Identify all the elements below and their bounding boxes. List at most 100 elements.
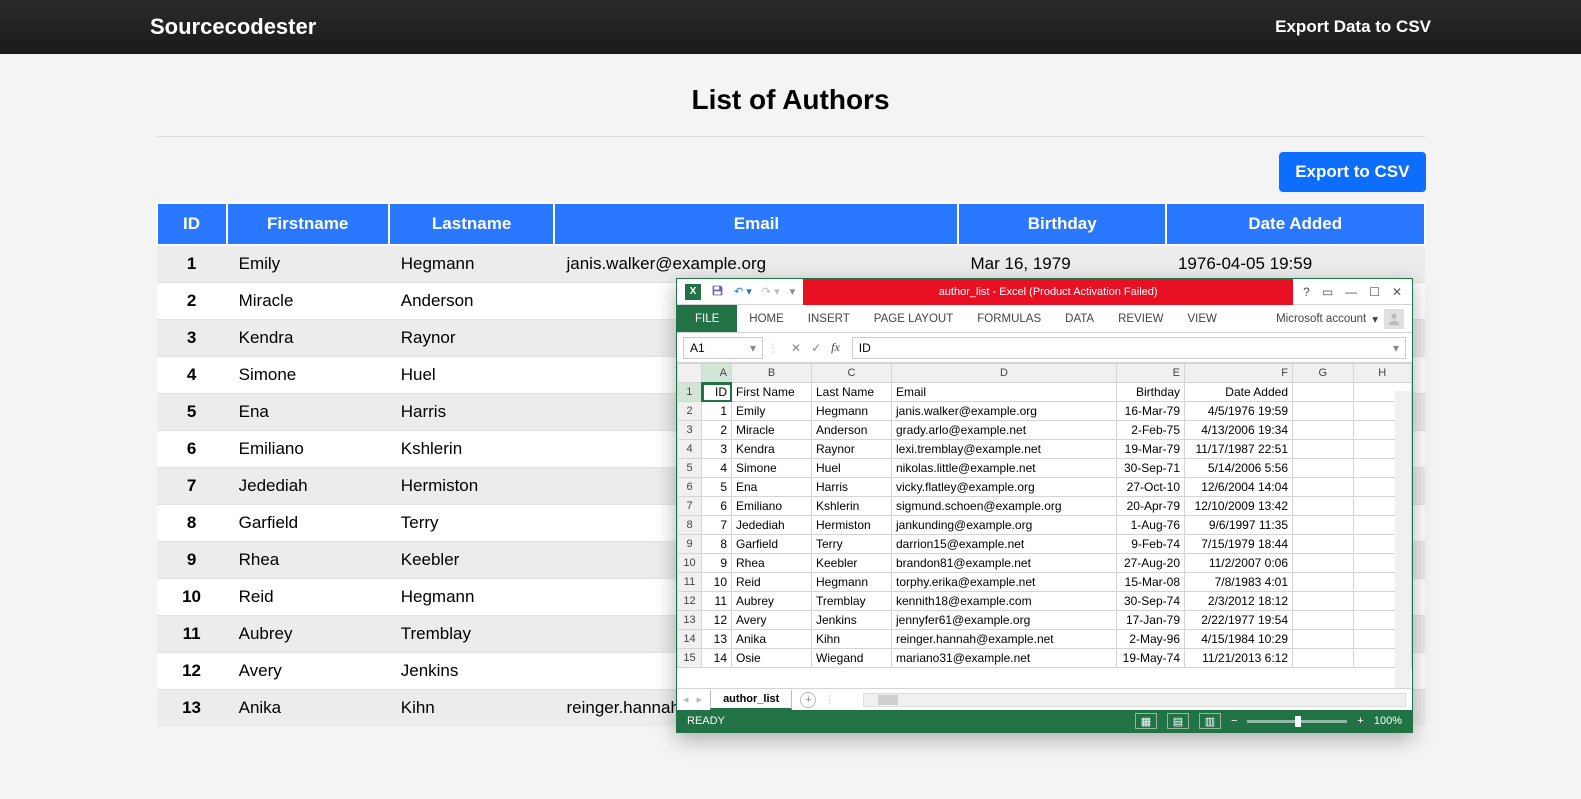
undo-icon[interactable]: ↶ ▾ (734, 285, 752, 298)
excel-cell[interactable]: darrion15@example.net (892, 535, 1117, 554)
excel-cell[interactable]: brandon81@example.net (892, 554, 1117, 573)
excel-cell[interactable]: 5 (702, 478, 732, 497)
row-number[interactable]: 12 (678, 592, 702, 611)
ribbon-display-icon[interactable]: ▭ (1322, 285, 1333, 299)
column-letter[interactable]: H (1353, 364, 1411, 383)
row-number[interactable]: 10 (678, 554, 702, 573)
excel-cell[interactable]: Emily (732, 402, 812, 421)
row-number[interactable]: 11 (678, 573, 702, 592)
row-number[interactable]: 6 (678, 478, 702, 497)
excel-cell[interactable]: Date Added (1185, 383, 1293, 402)
excel-cell[interactable] (1293, 421, 1354, 440)
column-letter[interactable]: E (1117, 364, 1185, 383)
excel-cell[interactable]: Kendra (732, 440, 812, 459)
excel-cell[interactable] (1293, 516, 1354, 535)
excel-cell[interactable]: 19-May-74 (1117, 649, 1185, 668)
excel-cell[interactable]: Anika (732, 630, 812, 649)
row-number[interactable]: 4 (678, 440, 702, 459)
row-number[interactable]: 7 (678, 497, 702, 516)
column-letter[interactable]: C (812, 364, 892, 383)
zoom-level[interactable]: 100% (1374, 715, 1402, 727)
excel-grid[interactable]: ABCDEFGH 1IDFirst NameLast NameEmailBirt… (677, 363, 1412, 688)
excel-cell[interactable]: sigmund.schoen@example.org (892, 497, 1117, 516)
excel-cell[interactable] (1293, 459, 1354, 478)
tab-view[interactable]: VIEW (1175, 305, 1228, 332)
close-icon[interactable]: ✕ (1392, 285, 1402, 299)
excel-cell[interactable]: 11/17/1987 22:51 (1185, 440, 1293, 459)
excel-cell[interactable]: 13 (702, 630, 732, 649)
excel-cell[interactable]: Keebler (812, 554, 892, 573)
excel-cell[interactable]: 9-Feb-74 (1117, 535, 1185, 554)
excel-cell[interactable]: 16-Mar-79 (1117, 402, 1185, 421)
excel-cell[interactable]: 3 (702, 440, 732, 459)
excel-cell[interactable]: 2/3/2012 18:12 (1185, 592, 1293, 611)
excel-cell[interactable]: 27-Oct-10 (1117, 478, 1185, 497)
help-icon[interactable]: ? (1303, 285, 1310, 299)
excel-cell[interactable]: Kshlerin (812, 497, 892, 516)
tab-data[interactable]: DATA (1053, 305, 1106, 332)
tab-home[interactable]: HOME (737, 305, 796, 332)
excel-cell[interactable]: 30-Sep-74 (1117, 592, 1185, 611)
excel-cell[interactable]: 2-May-96 (1117, 630, 1185, 649)
excel-cell[interactable]: Kihn (812, 630, 892, 649)
excel-cell[interactable]: 12/10/2009 13:42 (1185, 497, 1293, 516)
excel-cell[interactable]: Huel (812, 459, 892, 478)
excel-cell[interactable]: Last Name (812, 383, 892, 402)
page-break-view-icon[interactable]: ▥ (1199, 713, 1221, 729)
excel-cell[interactable]: Rhea (732, 554, 812, 573)
excel-cell[interactable]: reinger.hannah@example.net (892, 630, 1117, 649)
excel-cell[interactable]: 4/13/2006 19:34 (1185, 421, 1293, 440)
zoom-in-icon[interactable]: + (1357, 715, 1363, 727)
excel-cell[interactable] (1293, 383, 1354, 402)
excel-cell[interactable]: jankunding@example.org (892, 516, 1117, 535)
excel-cell[interactable] (1293, 440, 1354, 459)
excel-cell[interactable]: 11/21/2013 6:12 (1185, 649, 1293, 668)
excel-cell[interactable]: Raynor (812, 440, 892, 459)
excel-cell[interactable] (1293, 478, 1354, 497)
excel-cell[interactable]: Ena (732, 478, 812, 497)
excel-cell[interactable]: grady.arlo@example.net (892, 421, 1117, 440)
enter-formula-icon[interactable]: ✓ (811, 341, 821, 355)
excel-cell[interactable] (1293, 497, 1354, 516)
redo-icon[interactable]: ↷ ▾ (762, 285, 780, 298)
excel-cell[interactable]: lexi.tremblay@example.net (892, 440, 1117, 459)
zoom-out-icon[interactable]: − (1231, 715, 1237, 727)
excel-cell[interactable] (1293, 573, 1354, 592)
vertical-scrollbar[interactable] (1395, 391, 1411, 688)
excel-titlebar[interactable]: X ↶ ▾ ↷ ▾ ▾ author_list - Excel (Product… (677, 279, 1412, 305)
navbar-brand[interactable]: Sourcecodester (150, 14, 316, 40)
excel-cell[interactable]: Email (892, 383, 1117, 402)
cancel-formula-icon[interactable]: ✕ (791, 341, 801, 355)
excel-cell[interactable]: 30-Sep-71 (1117, 459, 1185, 478)
excel-cell[interactable]: 19-Mar-79 (1117, 440, 1185, 459)
excel-cell[interactable] (1293, 611, 1354, 630)
excel-cell[interactable]: nikolas.little@example.net (892, 459, 1117, 478)
excel-cell[interactable]: 12/6/2004 14:04 (1185, 478, 1293, 497)
row-number[interactable]: 13 (678, 611, 702, 630)
row-number[interactable]: 5 (678, 459, 702, 478)
excel-cell[interactable]: 8 (702, 535, 732, 554)
column-letter[interactable]: D (892, 364, 1117, 383)
maximize-icon[interactable]: ☐ (1369, 285, 1380, 299)
excel-cell[interactable]: 1-Aug-76 (1117, 516, 1185, 535)
row-number[interactable]: 3 (678, 421, 702, 440)
excel-cell[interactable]: Avery (732, 611, 812, 630)
excel-cell[interactable]: Anderson (812, 421, 892, 440)
row-number[interactable]: 1 (678, 383, 702, 402)
qat-customize-icon[interactable]: ▾ (790, 285, 796, 298)
sheet-nav-prev-icon[interactable]: ◂ (683, 693, 689, 706)
zoom-slider[interactable] (1247, 720, 1347, 723)
excel-cell[interactable]: Harris (812, 478, 892, 497)
excel-cell[interactable]: 10 (702, 573, 732, 592)
row-number[interactable]: 2 (678, 402, 702, 421)
excel-cell[interactable]: mariano31@example.net (892, 649, 1117, 668)
excel-cell[interactable]: 1 (702, 402, 732, 421)
select-all-corner[interactable] (678, 364, 702, 383)
excel-cell[interactable]: 12 (702, 611, 732, 630)
excel-cell[interactable]: Wiegand (812, 649, 892, 668)
navbar-link-export[interactable]: Export Data to CSV (1275, 17, 1431, 37)
excel-cell[interactable]: 4/15/1984 10:29 (1185, 630, 1293, 649)
excel-cell[interactable]: Simone (732, 459, 812, 478)
column-letter[interactable]: A (702, 364, 732, 383)
excel-cell[interactable]: 4 (702, 459, 732, 478)
